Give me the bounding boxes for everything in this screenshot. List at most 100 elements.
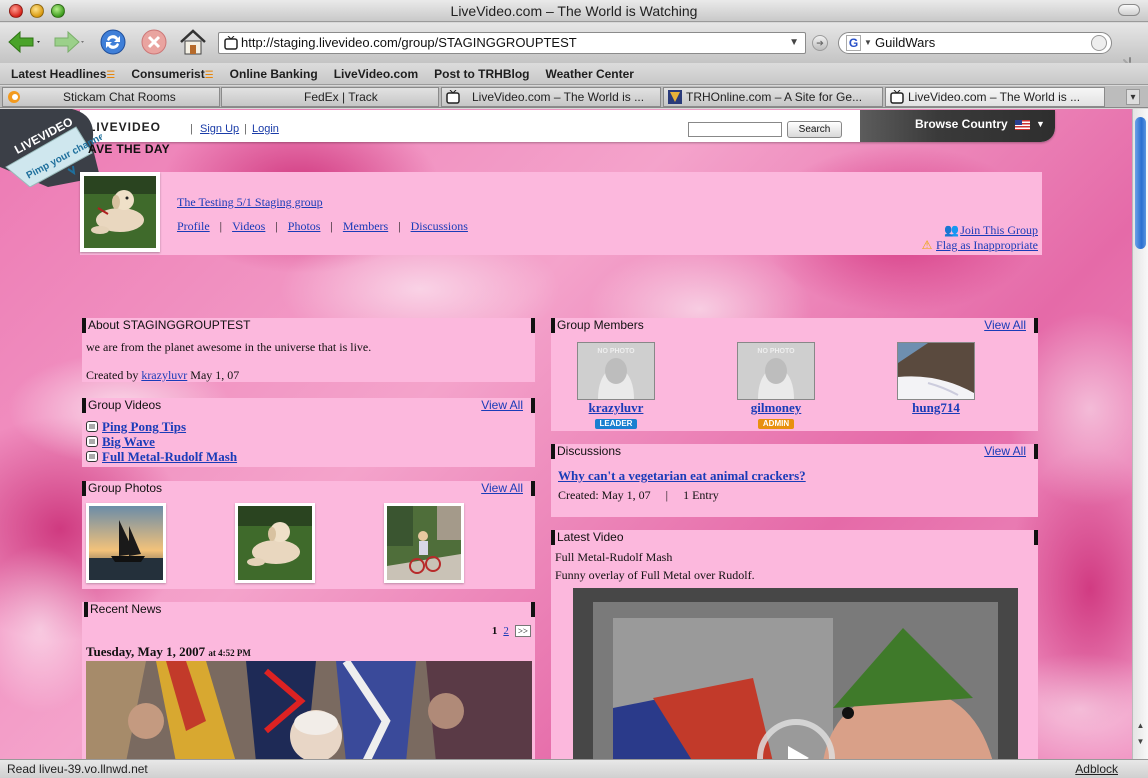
member-avatar	[897, 342, 975, 400]
tab-trhonline[interactable]: TRHOnline.com – A Site for Ge...	[663, 87, 883, 107]
search-bar[interactable]: G ▼ GuildWars	[838, 32, 1112, 54]
no-photo-avatar: NO PHOTO	[737, 342, 815, 400]
group-nav-videos[interactable]: Videos	[232, 219, 265, 234]
home-icon	[180, 29, 206, 55]
photo-thumb-bike[interactable]	[384, 503, 464, 583]
svg-text:NO PHOTO: NO PHOTO	[757, 348, 795, 355]
status-text: Read liveu-39.vo.llnwd.net	[7, 762, 148, 776]
news-page-current: 1	[491, 625, 498, 637]
discussion-topic-link[interactable]: Why can't a vegetarian eat animal cracke…	[558, 468, 806, 484]
rss-icon: ☰	[106, 69, 116, 81]
group-title-link[interactable]: The Testing 5/1 Staging group	[177, 195, 323, 210]
flag-inappropriate-link[interactable]: ⚠ Flag as Inappropriate	[920, 238, 1038, 253]
member-name-link[interactable]: hung714	[897, 401, 975, 415]
search-text: GuildWars	[875, 35, 936, 50]
home-button[interactable]	[178, 27, 208, 57]
videos-view-all-link[interactable]: View All	[481, 398, 523, 413]
photo-thumb-dog[interactable]	[235, 503, 315, 583]
members-view-all-link[interactable]: View All	[984, 318, 1026, 333]
video-frame	[573, 588, 1018, 759]
member-name-link[interactable]: gilmoney	[737, 401, 815, 415]
dog-photo	[238, 506, 312, 580]
site-search-input[interactable]	[688, 122, 782, 137]
google-icon: G	[846, 35, 861, 51]
address-dropdown-icon[interactable]: ▼	[789, 33, 799, 53]
address-bar[interactable]: http://staging.livevideo.com/group/STAGI…	[218, 32, 806, 54]
tv-favicon-icon	[890, 90, 904, 104]
member-card[interactable]: NO PHOTO krazyluvr LEADER	[577, 342, 655, 429]
group-nav-photos[interactable]: Photos	[288, 219, 321, 234]
group-nav-members[interactable]: Members	[343, 219, 388, 234]
latest-video-panel: Latest Video Full Metal-Rudolf Mash Funn…	[551, 530, 1038, 759]
login-link[interactable]: Login	[252, 123, 279, 135]
about-created-by: Created by krazyluvr May 1, 07	[86, 368, 240, 382]
group-nav-discussions[interactable]: Discussions	[411, 219, 468, 234]
forward-button[interactable]	[52, 27, 86, 57]
site-header: LIVEVIDEO | Sign Up | Login Search Brows…	[80, 110, 1055, 142]
group-add-icon: 👥	[944, 223, 960, 237]
video-link-big-wave[interactable]: Big Wave	[86, 434, 155, 450]
scroll-down-icon[interactable]: ▼	[1135, 737, 1146, 749]
video-link-ping-pong-tips[interactable]: Ping Pong Tips	[86, 419, 186, 435]
bookmark-weather-center[interactable]: Weather Center	[546, 67, 634, 81]
bookmark-latest-headlines[interactable]: Latest Headlines☰	[11, 67, 115, 81]
vertical-scrollbar[interactable]: ▲ ▼	[1132, 109, 1148, 759]
banner-text: AVE THE DAY	[88, 142, 170, 156]
news-next-button[interactable]: >>	[514, 625, 531, 637]
browse-country-dropdown[interactable]: Browse Country ▼	[860, 110, 1055, 142]
back-button[interactable]	[6, 27, 42, 57]
us-flag-icon	[1015, 120, 1030, 130]
video-player[interactable]	[573, 588, 1018, 759]
bookmark-livevideo[interactable]: LiveVideo.com	[334, 67, 418, 81]
bookmark-online-banking[interactable]: Online Banking	[230, 67, 318, 81]
group-header: The Testing 5/1 Staging group Profile | …	[80, 172, 1042, 255]
status-bar: Read liveu-39.vo.llnwd.net Adblock	[0, 759, 1148, 778]
photos-view-all-link[interactable]: View All	[481, 481, 523, 496]
bookmark-consumerist[interactable]: Consumerist☰	[131, 67, 213, 81]
site-search-button[interactable]: Search	[787, 121, 842, 138]
group-photos-panel: Group Photos View All	[82, 481, 535, 589]
creator-link[interactable]: krazyluvr	[141, 368, 187, 382]
tab-livevideo-2[interactable]: LiveVideo.com – The World is ...	[885, 87, 1105, 107]
minimize-window-button[interactable]	[30, 4, 44, 18]
reload-icon	[100, 29, 126, 55]
search-submit-icon[interactable]	[1091, 35, 1107, 51]
tab-overflow-chevron-icon[interactable]: ▾	[1126, 89, 1140, 105]
tab-livevideo-1[interactable]: LiveVideo.com – The World is ...	[441, 87, 661, 107]
news-image[interactable]	[86, 661, 532, 759]
zoom-window-button[interactable]	[51, 4, 65, 18]
group-nav-profile[interactable]: Profile	[177, 219, 210, 234]
tab-stickam[interactable]: Stickam Chat Rooms	[2, 87, 220, 107]
admin-badge: ADMIN	[757, 419, 795, 429]
group-avatar[interactable]	[80, 172, 160, 252]
sign-up-link[interactable]: Sign Up	[200, 123, 239, 135]
tv-favicon-icon	[446, 90, 460, 104]
scroll-up-icon[interactable]: ▲	[1135, 721, 1146, 733]
bookmark-post-to-trhblog[interactable]: Post to TRHBlog	[434, 67, 529, 81]
video-link-full-metal-rudolf-mash[interactable]: Full Metal-Rudolf Mash	[86, 449, 237, 465]
close-window-button[interactable]	[9, 4, 23, 18]
news-date: Tuesday, May 1, 2007 at 4:52 PM	[86, 644, 251, 659]
svg-text:NO PHOTO: NO PHOTO	[597, 348, 635, 355]
member-card[interactable]: NO PHOTO gilmoney ADMIN	[737, 342, 815, 429]
window-title: LiveVideo.com – The World is Watching	[450, 3, 698, 19]
navigation-toolbar: http://staging.livevideo.com/group/STAGI…	[0, 23, 1148, 75]
stop-button[interactable]	[140, 27, 168, 57]
photo-thumb-ship[interactable]	[86, 503, 166, 583]
news-page-2[interactable]: 2	[503, 625, 509, 637]
reload-button[interactable]	[98, 27, 128, 57]
adblock-button[interactable]: Adblock	[1075, 760, 1118, 778]
tab-fedex[interactable]: FedEx | Track	[221, 87, 439, 107]
about-description: we are from the planet awesome in the un…	[86, 340, 372, 354]
join-group-link[interactable]: 👥Join This Group	[944, 223, 1038, 238]
member-card[interactable]: hung714	[897, 342, 975, 415]
news-pagination: 1 2 >>	[492, 625, 531, 637]
go-button[interactable]: ➔	[812, 35, 828, 51]
scrollbar-thumb[interactable]	[1135, 117, 1146, 249]
search-engine-dropdown-icon[interactable]: ▼	[864, 33, 872, 53]
member-name-link[interactable]: krazyluvr	[577, 401, 655, 415]
rss-icon: ☰	[204, 69, 214, 81]
latest-video-description: Funny overlay of Full Metal over Rudolf.	[555, 568, 755, 582]
toolbar-toggle-button[interactable]	[1118, 4, 1140, 16]
discussions-view-all-link[interactable]: View All	[984, 444, 1026, 459]
